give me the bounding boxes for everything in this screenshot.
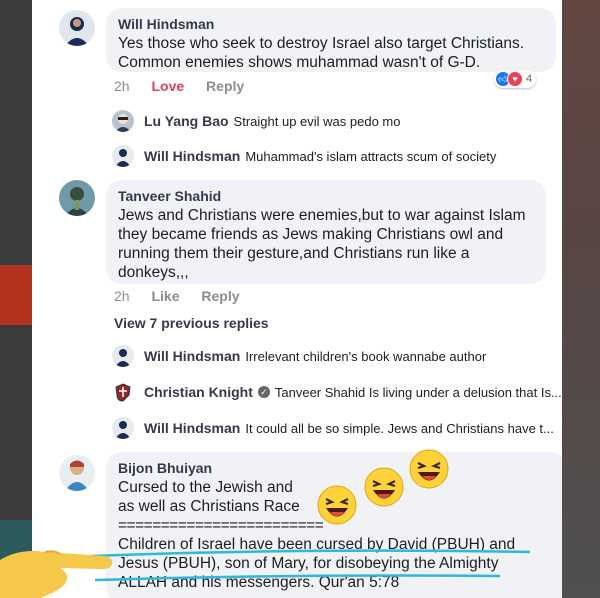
comment-text-line: ALLAH and his messengers. Qur'an 5:78	[118, 574, 400, 591]
avatar[interactable]	[59, 10, 95, 46]
avatar	[112, 345, 134, 367]
avatar	[112, 381, 134, 403]
laughing-emoji-icon	[409, 449, 449, 489]
reply-item[interactable]: Will Hindsman Irrelevant children's book…	[112, 345, 486, 367]
comment-bubble: Tanveer Shahid Jews and Christians were …	[106, 180, 546, 284]
background-left	[0, 0, 32, 598]
love-button[interactable]: Love	[151, 78, 184, 94]
reply-text: Tanveer Shahid Is living under a delusio…	[274, 384, 562, 400]
avatar	[112, 110, 134, 132]
avatar[interactable]	[59, 455, 95, 491]
laughing-emoji-icon	[317, 485, 357, 525]
reply-item[interactable]: Will Hindsman It could all be so simple.…	[112, 417, 554, 439]
avatar	[112, 145, 134, 167]
avatar[interactable]	[59, 180, 95, 216]
comment-author[interactable]: Will Hindsman	[118, 16, 544, 32]
reply-text: Muhammad's islam attracts scum of societ…	[245, 148, 497, 164]
reply-button[interactable]: Reply	[206, 78, 244, 94]
background-right	[562, 0, 600, 598]
comment-bubble: Bijon Bhuiyan Cursed to the Jewish and a…	[106, 452, 562, 598]
pointing-hand-icon	[0, 550, 113, 598]
reaction-count: 4	[526, 73, 533, 85]
reply-text: It could all be so simple. Jews and Chri…	[245, 420, 554, 436]
laughing-emoji-icon	[364, 467, 404, 507]
avatar	[112, 417, 134, 439]
comment-bubble: Will Hindsman Yes those who seek to dest…	[106, 8, 556, 72]
reply-author[interactable]: Lu Yang Bao	[144, 113, 229, 129]
reply-item[interactable]: Lu Yang Bao Straight up evil was pedo mo	[112, 110, 400, 132]
comment-actions: 2h Love Reply	[114, 78, 262, 94]
background-red-strip	[0, 265, 32, 325]
reply-item[interactable]: Will Hindsman Muhammad's islam attracts …	[112, 145, 496, 167]
reply-text: Straight up evil was pedo mo	[233, 113, 401, 129]
reply-author[interactable]: Will Hindsman	[144, 420, 240, 436]
reply-item[interactable]: Christian Knight ✓ Tanveer Shahid Is liv…	[112, 381, 562, 403]
comment-time[interactable]: 2h	[114, 78, 130, 94]
comments-panel: Will Hindsman Yes those who seek to dest…	[32, 0, 562, 598]
verified-badge-icon: ✓	[257, 386, 270, 398]
reply-author[interactable]: Christian Knight	[144, 384, 253, 400]
comment-text: Jews and Christians were enemies,but to …	[118, 207, 526, 281]
comment-text-line: Children of Israel have been cursed by D…	[118, 536, 516, 553]
comment-text-line: Jesus (PBUH), son of Mary, for disobeyin…	[118, 555, 499, 572]
love-reaction-icon: ♥	[507, 71, 523, 87]
view-previous-replies-link[interactable]: View 7 previous replies	[114, 315, 269, 331]
reply-button[interactable]: Reply	[201, 288, 239, 304]
comment-actions: 2h Like Reply	[114, 288, 258, 304]
reply-text: Irrelevant children's book wannabe autho…	[245, 348, 487, 364]
comment-author[interactable]: Tanveer Shahid	[118, 188, 534, 204]
like-button[interactable]: Like	[151, 288, 179, 304]
background-right-shade	[562, 0, 600, 598]
comment-author[interactable]: Bijon Bhuiyan	[118, 460, 554, 476]
reaction-summary[interactable]: 👍︎ ♥ 4	[494, 70, 537, 88]
comment-text: Yes those who seek to destroy Israel als…	[118, 35, 525, 71]
reply-author[interactable]: Will Hindsman	[144, 348, 240, 364]
comment-time[interactable]: 2h	[114, 288, 130, 304]
reply-author[interactable]: Will Hindsman	[144, 148, 240, 164]
